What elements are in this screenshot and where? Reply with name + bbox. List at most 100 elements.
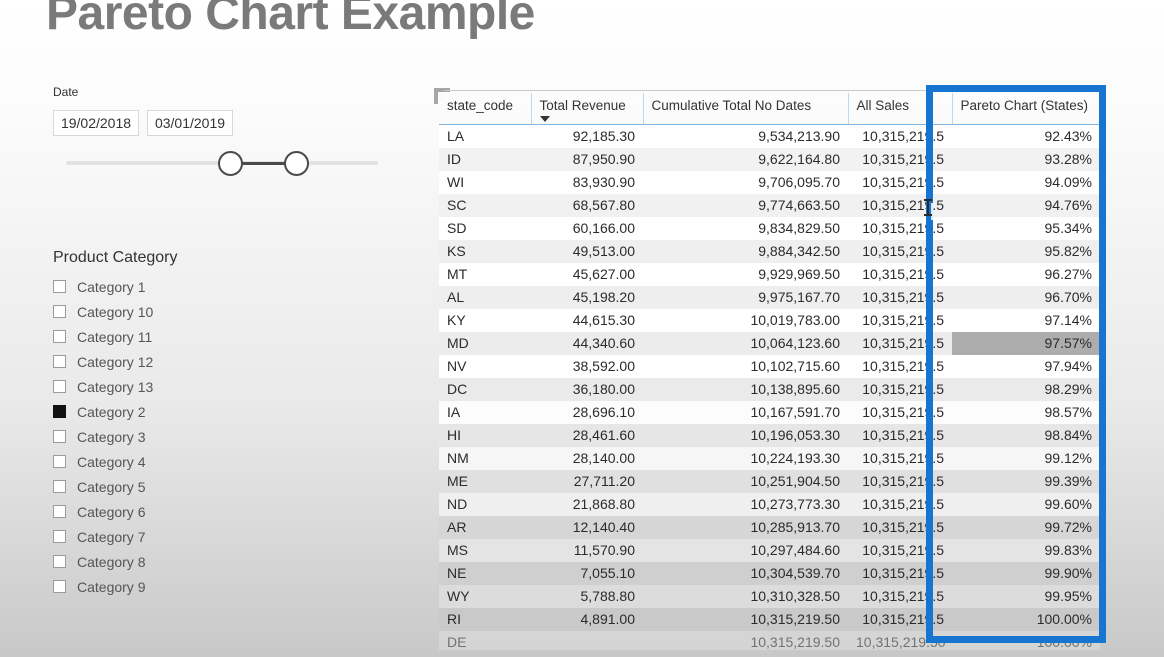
- cell-all_sales[interactable]: 10,315,219.5: [848, 332, 952, 355]
- sort-descending-icon[interactable]: [539, 116, 550, 122]
- cell-cumulative_total_no_dates[interactable]: 10,224,193.30: [643, 447, 848, 470]
- cell-all_sales[interactable]: 10,315,219.5: [848, 608, 952, 631]
- checkbox-icon[interactable]: [53, 555, 66, 568]
- table-row[interactable]: MT 45,627.00 9,929,969.50 10,315,219.5 96.27…: [439, 263, 1100, 286]
- cell-state_code[interactable]: AL: [439, 286, 531, 309]
- cell-total_revenue[interactable]: 28,461.60: [531, 424, 643, 447]
- cell-pareto[interactable]: 97.94%: [952, 355, 1100, 378]
- table-row[interactable]: KS 49,513.00 9,884,342.50 10,315,219.5 95.82…: [439, 240, 1100, 263]
- cell-total_revenue[interactable]: 36,180.00: [531, 378, 643, 401]
- column-header-all_sales[interactable]: All Sales: [847, 93, 952, 125]
- cell-cumulative_total_no_dates[interactable]: 9,774,663.50: [643, 194, 848, 217]
- cell-total_revenue[interactable]: 87,950.90: [531, 148, 643, 171]
- cell-pareto[interactable]: 97.57%: [952, 332, 1100, 355]
- cell-cumulative_total_no_dates[interactable]: 10,102,715.60: [643, 355, 848, 378]
- table-row[interactable]: ID 87,950.90 9,622,164.80 10,315,219.5 93.28…: [439, 148, 1100, 171]
- checkbox-icon[interactable]: [53, 430, 66, 443]
- table-row[interactable]: DE 10,315,219.50 10,315,219.50 100.00%: [439, 631, 1100, 650]
- cell-state_code[interactable]: AR: [439, 516, 531, 539]
- checkbox-icon[interactable]: [53, 580, 66, 593]
- cell-total_revenue[interactable]: [531, 631, 643, 650]
- cell-all_sales[interactable]: 10,315,219.5: [848, 585, 952, 608]
- cell-pareto[interactable]: 100.00%: [952, 631, 1100, 650]
- cell-state_code[interactable]: WY: [439, 585, 531, 608]
- cell-total_revenue[interactable]: 28,140.00: [531, 447, 643, 470]
- cell-state_code[interactable]: KY: [439, 309, 531, 332]
- cell-pareto[interactable]: 95.34%: [952, 217, 1100, 240]
- cell-state_code[interactable]: DC: [439, 378, 531, 401]
- table-row[interactable]: ND 21,868.80 10,273,773.30 10,315,219.5 99.6…: [439, 493, 1100, 516]
- cell-total_revenue[interactable]: 45,198.20: [531, 286, 643, 309]
- category-item[interactable]: Category 2: [53, 399, 283, 424]
- cell-total_revenue[interactable]: 11,570.90: [531, 539, 643, 562]
- slider-handle-right[interactable]: [284, 151, 309, 176]
- cell-cumulative_total_no_dates[interactable]: 10,196,053.30: [643, 424, 848, 447]
- cell-all_sales[interactable]: 10,315,219.5: [848, 424, 952, 447]
- cell-cumulative_total_no_dates[interactable]: 9,884,342.50: [643, 240, 848, 263]
- cell-all_sales[interactable]: 10,315,219.5: [848, 194, 952, 217]
- column-header-state_code[interactable]: state_code: [439, 93, 531, 125]
- cell-total_revenue[interactable]: 12,140.40: [531, 516, 643, 539]
- cell-pareto[interactable]: 95.82%: [952, 240, 1100, 263]
- cell-cumulative_total_no_dates[interactable]: 10,138,895.60: [643, 378, 848, 401]
- cell-pareto[interactable]: 92.43%: [952, 124, 1100, 148]
- cell-cumulative_total_no_dates[interactable]: 10,167,591.70: [643, 401, 848, 424]
- cell-all_sales[interactable]: 10,315,219.5: [848, 401, 952, 424]
- checkbox-icon[interactable]: [53, 380, 66, 393]
- cell-all_sales[interactable]: 10,315,219.5: [848, 148, 952, 171]
- category-item[interactable]: Category 1: [53, 274, 283, 299]
- table-row[interactable]: WI 83,930.90 9,706,095.70 10,315,219.5 94.09…: [439, 171, 1100, 194]
- cell-all_sales[interactable]: 10,315,219.5: [848, 539, 952, 562]
- cell-cumulative_total_no_dates[interactable]: 9,534,213.90: [643, 124, 848, 148]
- table-row[interactable]: NE 7,055.10 10,304,539.70 10,315,219.5 99.90…: [439, 562, 1100, 585]
- cell-cumulative_total_no_dates[interactable]: 10,019,783.00: [643, 309, 848, 332]
- cell-all_sales[interactable]: 10,315,219.5: [848, 516, 952, 539]
- cell-pareto[interactable]: 99.95%: [952, 585, 1100, 608]
- category-item[interactable]: Category 6: [53, 499, 283, 524]
- cell-state_code[interactable]: IA: [439, 401, 531, 424]
- category-item[interactable]: Category 8: [53, 549, 283, 574]
- cell-all_sales[interactable]: 10,315,219.5: [848, 355, 952, 378]
- checkbox-icon[interactable]: [53, 355, 66, 368]
- cell-total_revenue[interactable]: 7,055.10: [531, 562, 643, 585]
- cell-pareto[interactable]: 94.09%: [952, 171, 1100, 194]
- column-header-cumulative_total_no_dates[interactable]: Cumulative Total No Dates: [642, 93, 848, 125]
- cell-state_code[interactable]: NM: [439, 447, 531, 470]
- cell-state_code[interactable]: NV: [439, 355, 531, 378]
- cell-state_code[interactable]: HI: [439, 424, 531, 447]
- cell-cumulative_total_no_dates[interactable]: 10,273,773.30: [643, 493, 848, 516]
- cell-pareto[interactable]: 99.83%: [952, 539, 1100, 562]
- cell-all_sales[interactable]: 10,315,219.5: [848, 240, 952, 263]
- table-row[interactable]: KY 44,615.30 10,019,783.00 10,315,219.5 97.1…: [439, 309, 1100, 332]
- cell-total_revenue[interactable]: 4,891.00: [531, 608, 643, 631]
- cell-all_sales[interactable]: 10,315,219.5: [848, 562, 952, 585]
- cell-all_sales[interactable]: 10,315,219.5: [848, 217, 952, 240]
- table-row[interactable]: NM 28,140.00 10,224,193.30 10,315,219.5 99.1…: [439, 447, 1100, 470]
- category-item[interactable]: Category 9: [53, 574, 283, 599]
- cell-all_sales[interactable]: 10,315,219.5: [848, 493, 952, 516]
- date-from-input[interactable]: 19/02/2018: [53, 110, 139, 136]
- checkbox-icon[interactable]: [53, 330, 66, 343]
- cell-cumulative_total_no_dates[interactable]: 10,297,484.60: [643, 539, 848, 562]
- table-row[interactable]: DC 36,180.00 10,138,895.60 10,315,219.5 98.2…: [439, 378, 1100, 401]
- category-item[interactable]: Category 4: [53, 449, 283, 474]
- cell-pareto[interactable]: 98.84%: [952, 424, 1100, 447]
- cell-state_code[interactable]: MS: [439, 539, 531, 562]
- cell-pareto[interactable]: 96.70%: [952, 286, 1100, 309]
- table-row[interactable]: NV 38,592.00 10,102,715.60 10,315,219.5 97.9…: [439, 355, 1100, 378]
- cell-cumulative_total_no_dates[interactable]: 10,310,328.50: [643, 585, 848, 608]
- checkbox-icon[interactable]: [53, 405, 66, 418]
- checkbox-icon[interactable]: [53, 455, 66, 468]
- cell-total_revenue[interactable]: 83,930.90: [531, 171, 643, 194]
- table-row[interactable]: RI 4,891.00 10,315,219.50 10,315,219.5 100.0…: [439, 608, 1100, 631]
- cell-all_sales[interactable]: 10,315,219.5: [848, 171, 952, 194]
- cell-total_revenue[interactable]: 27,711.20: [531, 470, 643, 493]
- cell-all_sales[interactable]: 10,315,219.5: [848, 447, 952, 470]
- cell-all_sales[interactable]: 10,315,219.5: [848, 286, 952, 309]
- cell-pareto[interactable]: 93.28%: [952, 148, 1100, 171]
- cell-state_code[interactable]: MD: [439, 332, 531, 355]
- cell-state_code[interactable]: MT: [439, 263, 531, 286]
- cell-pareto[interactable]: 94.76%: [952, 194, 1100, 217]
- cell-all_sales[interactable]: 10,315,219.5: [848, 263, 952, 286]
- table-row[interactable]: WY 5,788.80 10,310,328.50 10,315,219.5 99.95…: [439, 585, 1100, 608]
